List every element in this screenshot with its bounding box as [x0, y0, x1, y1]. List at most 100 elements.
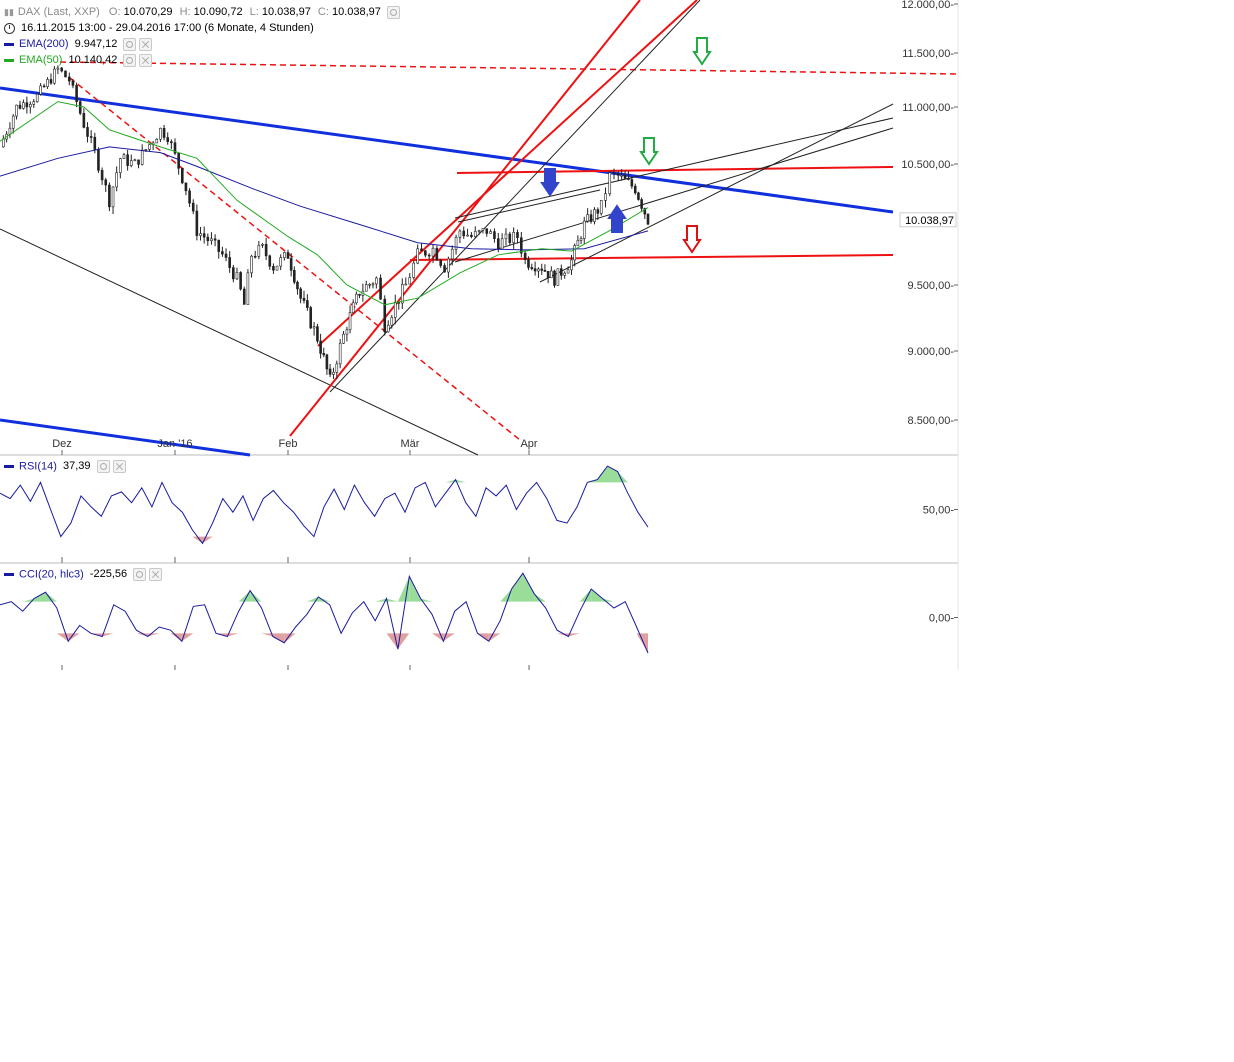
- candle-body: [221, 251, 224, 255]
- candle: [89, 130, 93, 144]
- candle-body: [11, 115, 15, 129]
- trendline-layer: [0, 0, 959, 457]
- candle-body: [368, 283, 371, 286]
- candle-body: [210, 238, 213, 242]
- candle-body: [283, 252, 286, 258]
- blue-down-arrow: [540, 168, 560, 197]
- close-value: 10.038,97: [331, 6, 381, 18]
- candle-body: [458, 230, 462, 238]
- candle-body: [496, 238, 500, 250]
- green-down-arrow-lower: [639, 137, 659, 166]
- candle-body: [108, 184, 111, 208]
- ema200-close-icon[interactable]: [139, 37, 153, 51]
- candle-body: [616, 173, 620, 176]
- ema50-close-icon[interactable]: [139, 53, 153, 67]
- candle-body: [129, 160, 133, 166]
- settings-icon[interactable]: [386, 5, 400, 19]
- candle-body: [604, 193, 607, 201]
- rsi-close-icon[interactable]: [112, 460, 126, 473]
- red-horizontal-support: [409, 254, 894, 261]
- symbol-header: ▮▮ DAX (Last, XXP) O: 10.070,29 H: 10.090…: [4, 5, 400, 19]
- candle: [375, 276, 378, 289]
- candle-body: [530, 267, 534, 269]
- candle-body: [439, 259, 443, 266]
- candle-body: [582, 220, 586, 239]
- ema200-settings-icon[interactable]: [123, 37, 137, 51]
- candle: [166, 132, 170, 145]
- candle-body: [596, 209, 600, 214]
- candle: [589, 209, 593, 224]
- candle-body: [302, 298, 306, 301]
- candle-body: [435, 247, 439, 261]
- candle: [563, 271, 567, 279]
- candle: [530, 263, 534, 271]
- candle-body: [512, 232, 515, 243]
- candle: [579, 236, 583, 245]
- black-steep-fan: [329, 0, 701, 393]
- candle-body: [264, 244, 268, 257]
- rsi-settings-icon[interactable]: [96, 460, 110, 473]
- candle: [550, 266, 553, 279]
- candle: [210, 232, 213, 245]
- candle-body: [508, 233, 512, 243]
- candle-body: [640, 199, 643, 209]
- candle: [299, 287, 302, 304]
- candle: [608, 171, 612, 197]
- candle: [368, 283, 371, 289]
- candle: [188, 188, 191, 208]
- cci-settings-icon[interactable]: [133, 568, 147, 581]
- candle: [355, 291, 358, 305]
- candle-body: [325, 354, 329, 370]
- candle: [637, 191, 640, 201]
- candle-body: [119, 158, 122, 173]
- candle: [345, 326, 349, 342]
- candle-body: [8, 127, 12, 135]
- cci-tick-label: 0,00-: [929, 613, 954, 625]
- candle-body: [42, 85, 46, 88]
- candle: [553, 269, 556, 288]
- candle-body: [371, 283, 375, 286]
- candle-body: [299, 288, 302, 299]
- candle-body: [272, 266, 275, 271]
- candle: [473, 226, 477, 239]
- candle: [404, 277, 408, 286]
- candle-body: [100, 170, 104, 181]
- candle: [275, 265, 279, 271]
- candle-body: [540, 268, 544, 271]
- candle-body: [416, 248, 419, 264]
- candle-body: [104, 179, 108, 186]
- time-tick-label: Apr: [520, 438, 537, 450]
- candle-body: [275, 265, 279, 271]
- ema50-settings-icon[interactable]: [123, 53, 137, 67]
- candle-body: [462, 230, 466, 237]
- candle: [312, 321, 316, 336]
- candle-body: [235, 272, 239, 280]
- candle-body: [312, 326, 316, 329]
- candle-body: [520, 237, 523, 254]
- candle: [322, 347, 326, 358]
- candle-body: [268, 255, 272, 267]
- ema50-value: 10.140,42: [68, 54, 118, 66]
- price-tick-label: 8.500,00-: [908, 415, 955, 427]
- candle: [424, 249, 427, 258]
- candle-body: [504, 233, 508, 240]
- cci-close-icon[interactable]: [149, 568, 163, 581]
- candle-body: [296, 281, 299, 290]
- candle-body: [60, 67, 63, 72]
- candle: [253, 250, 257, 259]
- candle: [49, 73, 53, 85]
- candle-body: [261, 244, 264, 246]
- candle: [400, 278, 404, 309]
- candle: [250, 254, 253, 278]
- candle: [540, 263, 544, 275]
- candle: [228, 251, 231, 273]
- candle-body: [608, 172, 612, 194]
- candle: [454, 234, 458, 255]
- candle: [75, 82, 78, 108]
- candle-body: [25, 102, 29, 108]
- candle: [470, 232, 473, 239]
- candle: [25, 96, 29, 114]
- symbol-name: DAX (Last, XXP): [17, 6, 100, 18]
- candle: [60, 67, 63, 73]
- rsi-panel: 50,00-: [0, 465, 958, 545]
